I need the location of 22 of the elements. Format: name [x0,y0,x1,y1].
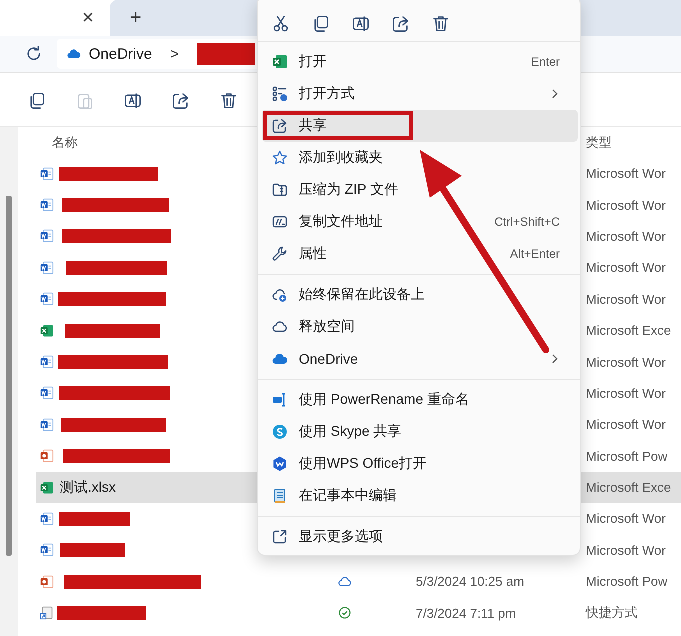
shortcut-label: Enter [531,55,560,69]
type-cell-text: Microsoft Wor [585,417,667,432]
type-cell-text: Microsoft Wor [585,386,667,401]
type-cell-text: Microsoft Wor [585,260,667,276]
type-cell-text: Microsoft Exce [585,323,672,338]
type-cell-text: Microsoft Wor [585,198,667,213]
type-cell-text: 快捷方式 [584,604,639,622]
shortcut-label: Alt+Enter [510,247,560,261]
type-cell-text: Microsoft Wor [585,166,667,182]
type-cell-text: Microsoft Exce [585,480,672,496]
type-cell-text: Microsoft Pow [585,448,669,464]
type-cell-text: Microsoft Wor [585,228,667,244]
type-cell-text: Microsoft Wor [585,292,667,307]
type-cell-text: Microsoft Wor [585,542,667,558]
type-cell-text: Microsoft Wor [585,354,667,370]
file-name: 测试.xlsx [59,478,116,497]
date-cell-text: 7/3/2024 7:11 pm [415,606,518,621]
breadcrumb-separator: > [170,46,180,62]
shortcut-label: Ctrl+Shift+C [494,215,560,229]
type-cell-text: Microsoft Pow [585,574,669,590]
date-cell-text: 5/3/2024 10:25 am [415,574,526,590]
type-cell-text: Microsoft Wor [585,511,667,526]
